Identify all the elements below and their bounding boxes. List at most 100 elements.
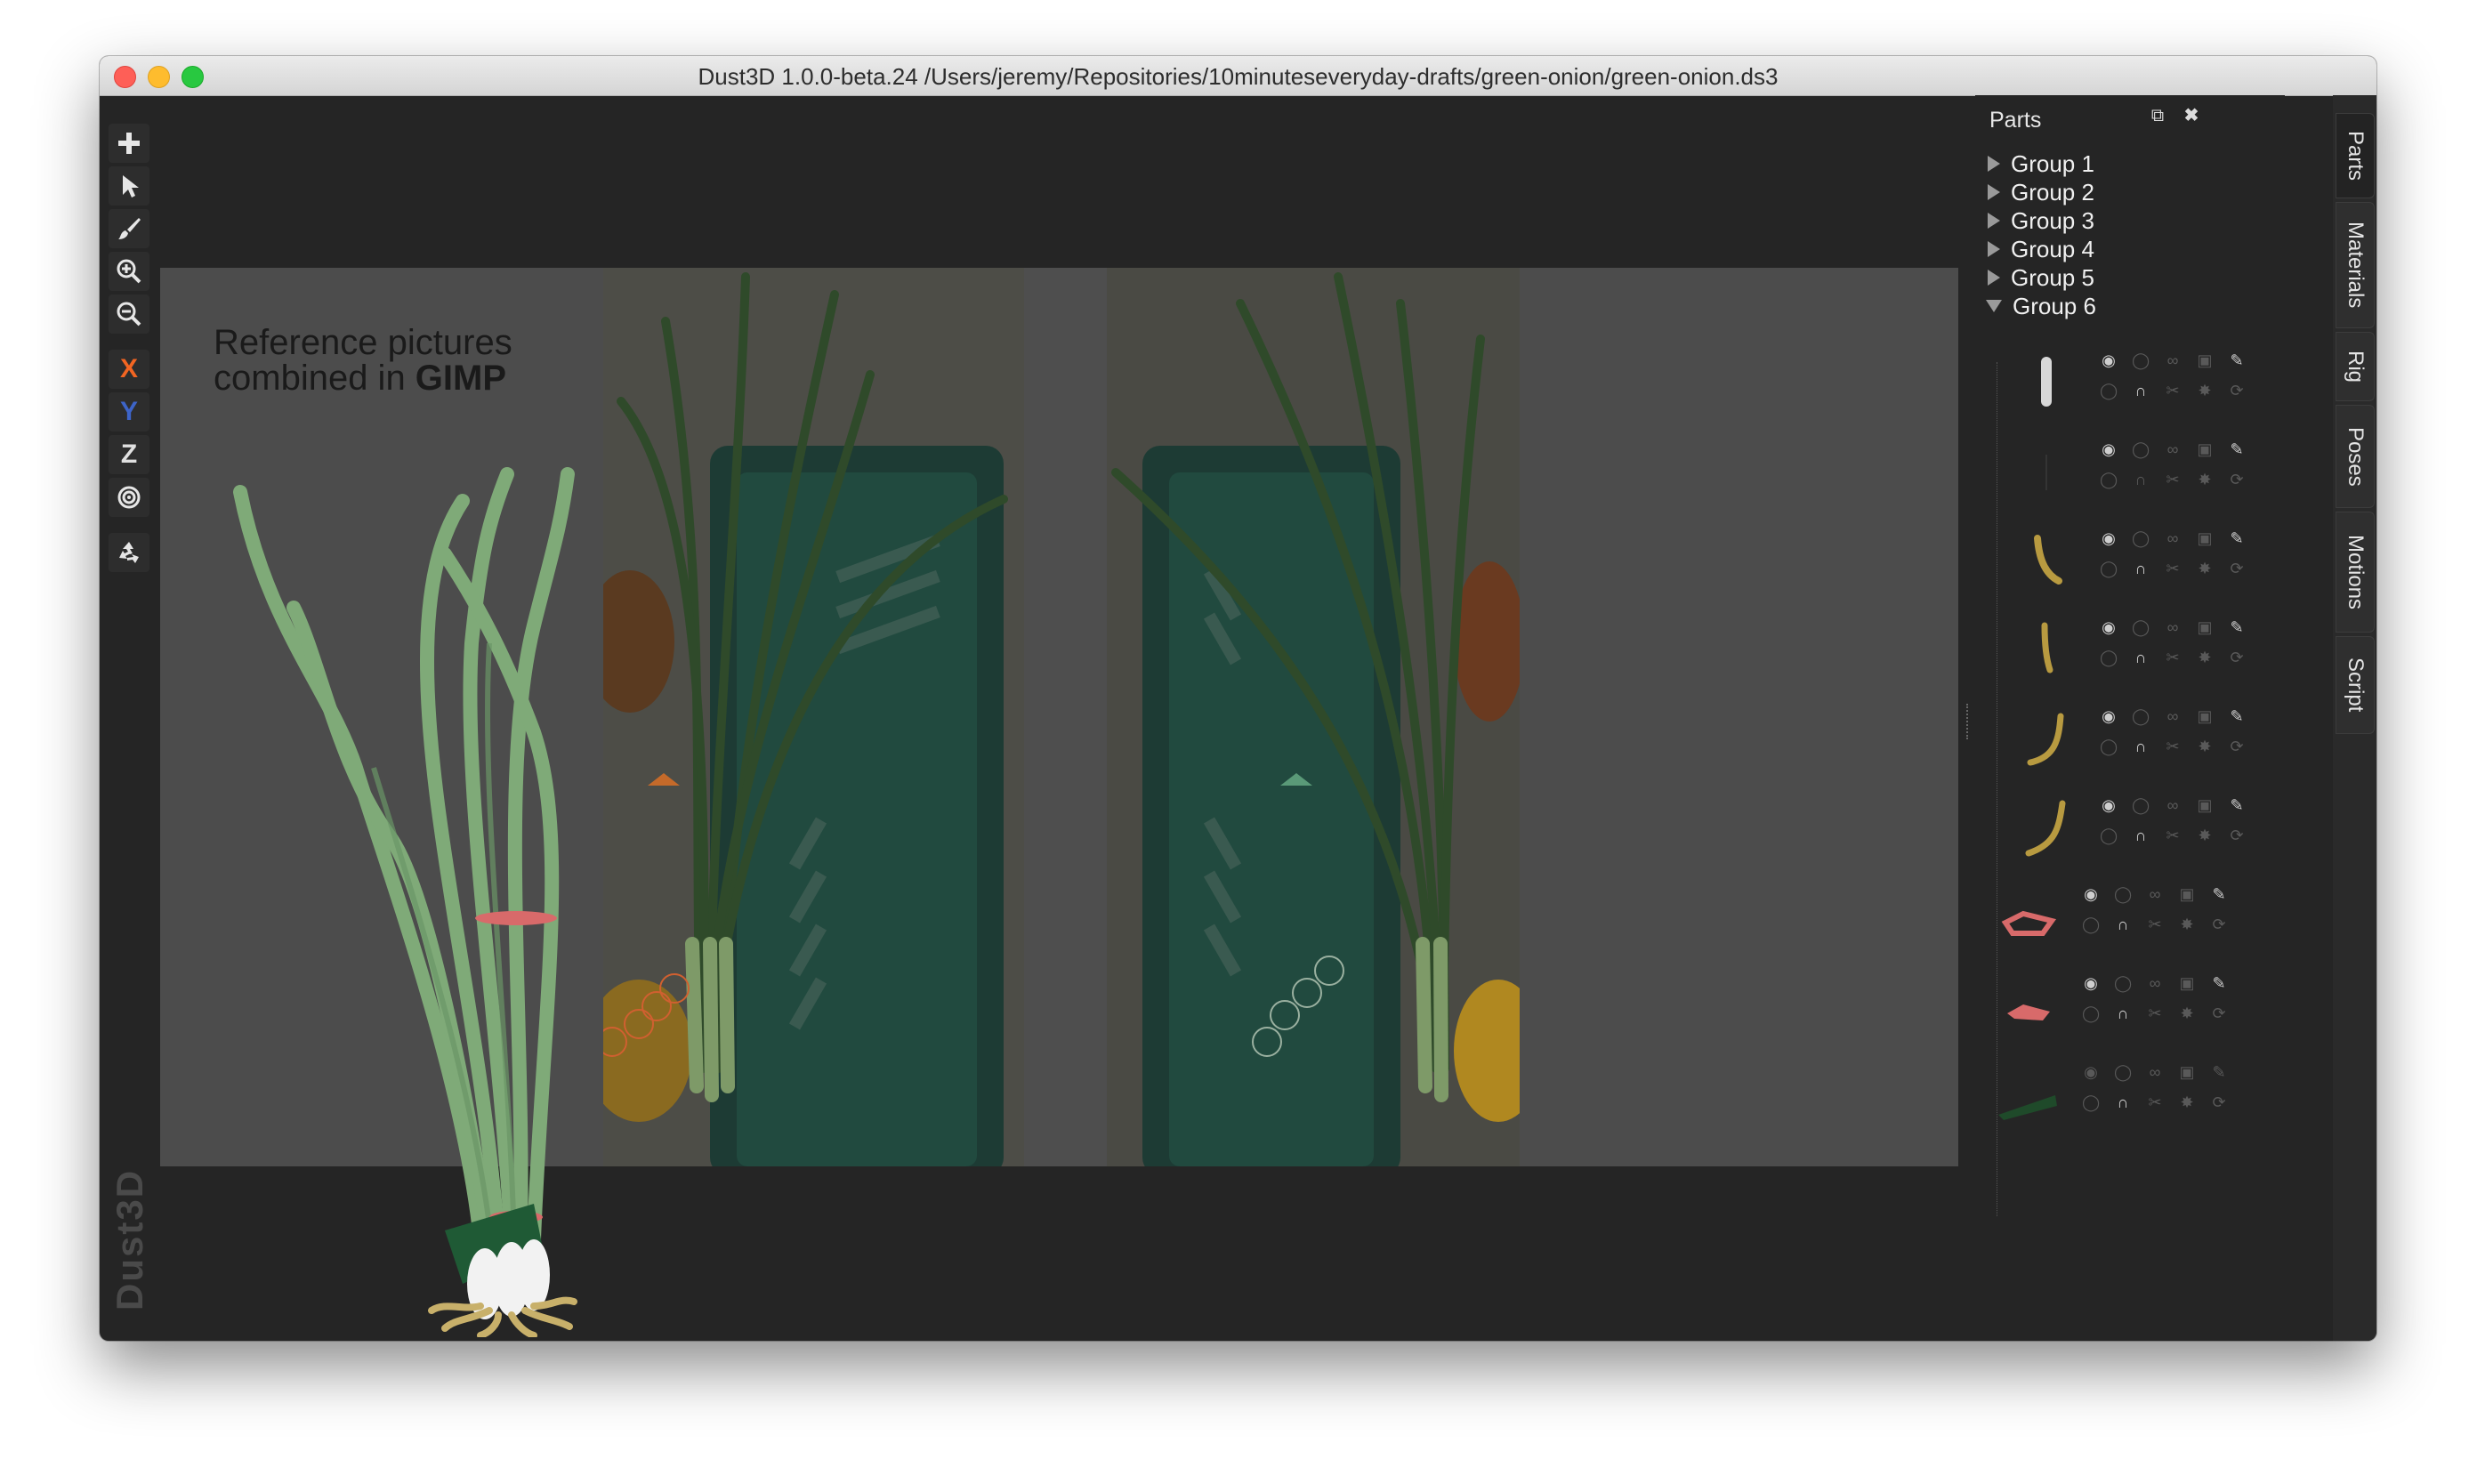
subdivide-icon[interactable]: ◯ bbox=[2082, 1093, 2100, 1111]
color-picker-icon[interactable]: ✎ bbox=[2228, 796, 2246, 814]
part-thumbnail[interactable] bbox=[2011, 615, 2082, 686]
wrap-icon[interactable]: ⟳ bbox=[2210, 1093, 2228, 1111]
color-picker-icon[interactable]: ✎ bbox=[2228, 351, 2246, 369]
zoom-in-button[interactable] bbox=[109, 252, 149, 291]
color-picker-icon[interactable]: ✎ bbox=[2210, 1063, 2228, 1081]
magnet-icon[interactable]: ∩ bbox=[2132, 738, 2150, 755]
mesh-icon[interactable]: ▣ bbox=[2196, 529, 2214, 547]
color-picker-icon[interactable]: ✎ bbox=[2228, 707, 2246, 725]
link-icon[interactable]: ∞ bbox=[2164, 796, 2182, 814]
eye-icon[interactable]: ◉ bbox=[2100, 440, 2118, 458]
mesh-icon[interactable]: ▣ bbox=[2196, 351, 2214, 369]
close-panel-button[interactable]: ✖ bbox=[2182, 106, 2201, 125]
part-row-1[interactable]: ◉ ◯ ∞ ▣ ✎ ◯ ∩ ✂ ✸ ⟳ bbox=[2011, 339, 2278, 428]
link-icon[interactable]: ∞ bbox=[2164, 618, 2182, 636]
eye-icon[interactable]: ◉ bbox=[2100, 707, 2118, 725]
mesh-icon[interactable]: ▣ bbox=[2196, 796, 2214, 814]
select-button[interactable] bbox=[109, 166, 149, 206]
scissors-icon[interactable]: ✂ bbox=[2164, 738, 2182, 755]
subdivide-icon[interactable]: ◯ bbox=[2100, 738, 2118, 755]
magnet-icon[interactable]: ∩ bbox=[2114, 1093, 2132, 1111]
part-thumbnail[interactable] bbox=[2011, 526, 2082, 597]
y-axis-lock-button[interactable]: Y bbox=[109, 392, 149, 431]
mesh-icon[interactable]: ▣ bbox=[2196, 707, 2214, 725]
color-picker-icon[interactable]: ✎ bbox=[2228, 618, 2246, 636]
color-picker-icon[interactable]: ✎ bbox=[2210, 974, 2228, 992]
zoom-out-button[interactable] bbox=[109, 294, 149, 334]
lock-icon[interactable]: ◯ bbox=[2132, 796, 2150, 814]
round-end-icon[interactable]: ✸ bbox=[2178, 1004, 2196, 1022]
group-row-5[interactable]: Group 5 bbox=[1988, 264, 2094, 291]
lock-icon[interactable]: ◯ bbox=[2132, 351, 2150, 369]
group-row-4[interactable]: Group 4 bbox=[1988, 236, 2094, 262]
scissors-icon[interactable]: ✂ bbox=[2164, 649, 2182, 666]
magnet-icon[interactable]: ∩ bbox=[2132, 560, 2150, 577]
magnet-icon[interactable]: ∩ bbox=[2132, 382, 2150, 399]
mesh-icon[interactable]: ▣ bbox=[2178, 1063, 2196, 1081]
lock-icon[interactable]: ◯ bbox=[2132, 440, 2150, 458]
regenerate-button[interactable] bbox=[109, 533, 149, 572]
lock-icon[interactable]: ◯ bbox=[2114, 1063, 2132, 1081]
tab-poses[interactable]: Poses bbox=[2336, 405, 2375, 508]
mesh-icon[interactable]: ▣ bbox=[2196, 618, 2214, 636]
eye-icon[interactable]: ◉ bbox=[2082, 885, 2100, 903]
round-end-icon[interactable]: ✸ bbox=[2178, 1093, 2196, 1111]
group-row-6[interactable]: Group 6 bbox=[1986, 293, 2096, 319]
group-row-1[interactable]: Group 1 bbox=[1988, 150, 2094, 177]
part-thumbnail[interactable] bbox=[2011, 437, 2082, 508]
mesh-icon[interactable]: ▣ bbox=[2178, 885, 2196, 903]
subdivide-icon[interactable]: ◯ bbox=[2100, 827, 2118, 844]
color-picker-icon[interactable]: ✎ bbox=[2210, 885, 2228, 903]
subdivide-icon[interactable]: ◯ bbox=[2100, 471, 2118, 488]
z-axis-lock-button[interactable]: Z bbox=[109, 435, 149, 474]
tab-parts[interactable]: Parts bbox=[2336, 113, 2375, 198]
eye-icon[interactable]: ◉ bbox=[2100, 351, 2118, 369]
eye-icon[interactable]: ◉ bbox=[2100, 529, 2118, 547]
tab-rig[interactable]: Rig bbox=[2336, 332, 2375, 401]
part-row-3[interactable]: ◉ ◯ ∞ ▣ ✎ ◯ ∩ ✂ ✸ ⟳ bbox=[2011, 517, 2278, 606]
part-thumbnail[interactable] bbox=[2011, 793, 2082, 864]
link-icon[interactable]: ∞ bbox=[2146, 974, 2164, 992]
eye-icon[interactable]: ◉ bbox=[2082, 1063, 2100, 1081]
wrap-icon[interactable]: ⟳ bbox=[2210, 1004, 2228, 1022]
link-icon[interactable]: ∞ bbox=[2164, 440, 2182, 458]
tab-motions[interactable]: Motions bbox=[2336, 512, 2375, 633]
part-thumbnail[interactable] bbox=[1993, 882, 2064, 953]
scissors-icon[interactable]: ✂ bbox=[2164, 382, 2182, 399]
wrap-icon[interactable]: ⟳ bbox=[2228, 827, 2246, 844]
wrap-icon[interactable]: ⟳ bbox=[2228, 471, 2246, 488]
group-row-2[interactable]: Group 2 bbox=[1988, 179, 2094, 206]
tab-materials[interactable]: Materials bbox=[2336, 202, 2375, 328]
part-row-4[interactable]: ◉ ◯ ∞ ▣ ✎ ◯ ∩ ✂ ✸ ⟳ bbox=[2011, 606, 2278, 695]
wrap-icon[interactable]: ⟳ bbox=[2228, 382, 2246, 399]
lock-icon[interactable]: ◯ bbox=[2114, 885, 2132, 903]
wrap-icon[interactable]: ⟳ bbox=[2228, 649, 2246, 666]
magnet-icon[interactable]: ∩ bbox=[2132, 649, 2150, 666]
round-end-icon[interactable]: ✸ bbox=[2196, 738, 2214, 755]
magnet-icon[interactable]: ∩ bbox=[2114, 915, 2132, 933]
subdivide-icon[interactable]: ◯ bbox=[2082, 1004, 2100, 1022]
link-icon[interactable]: ∞ bbox=[2164, 351, 2182, 369]
lock-icon[interactable]: ◯ bbox=[2132, 618, 2150, 636]
panel-splitter[interactable] bbox=[1966, 704, 1972, 739]
subdivide-icon[interactable]: ◯ bbox=[2082, 915, 2100, 933]
lock-icon[interactable]: ◯ bbox=[2114, 974, 2132, 992]
wrap-icon[interactable]: ⟳ bbox=[2228, 738, 2246, 755]
x-axis-lock-button[interactable]: X bbox=[109, 350, 149, 389]
part-row-9[interactable]: ◉ ◯ ∞ ▣ ✎ ◯ ∩ ✂ ✸ ⟳ bbox=[1993, 1051, 2260, 1140]
part-row-6[interactable]: ◉ ◯ ∞ ▣ ✎ ◯ ∩ ✂ ✸ ⟳ bbox=[2011, 784, 2278, 873]
eye-icon[interactable]: ◉ bbox=[2082, 974, 2100, 992]
color-picker-icon[interactable]: ✎ bbox=[2228, 529, 2246, 547]
group-row-3[interactable]: Group 3 bbox=[1988, 207, 2094, 234]
eye-icon[interactable]: ◉ bbox=[2100, 796, 2118, 814]
wrap-icon[interactable]: ⟳ bbox=[2210, 915, 2228, 933]
round-end-icon[interactable]: ✸ bbox=[2196, 471, 2214, 488]
link-icon[interactable]: ∞ bbox=[2164, 707, 2182, 725]
round-end-icon[interactable]: ✸ bbox=[2196, 649, 2214, 666]
subdivide-icon[interactable]: ◯ bbox=[2100, 560, 2118, 577]
link-icon[interactable]: ∞ bbox=[2164, 529, 2182, 547]
part-thumbnail[interactable] bbox=[2011, 348, 2082, 419]
round-end-icon[interactable]: ✸ bbox=[2196, 560, 2214, 577]
magnet-icon[interactable]: ∩ bbox=[2132, 827, 2150, 844]
reference-image-canvas[interactable]: Reference pictures combined in GIMP bbox=[160, 268, 1958, 1166]
